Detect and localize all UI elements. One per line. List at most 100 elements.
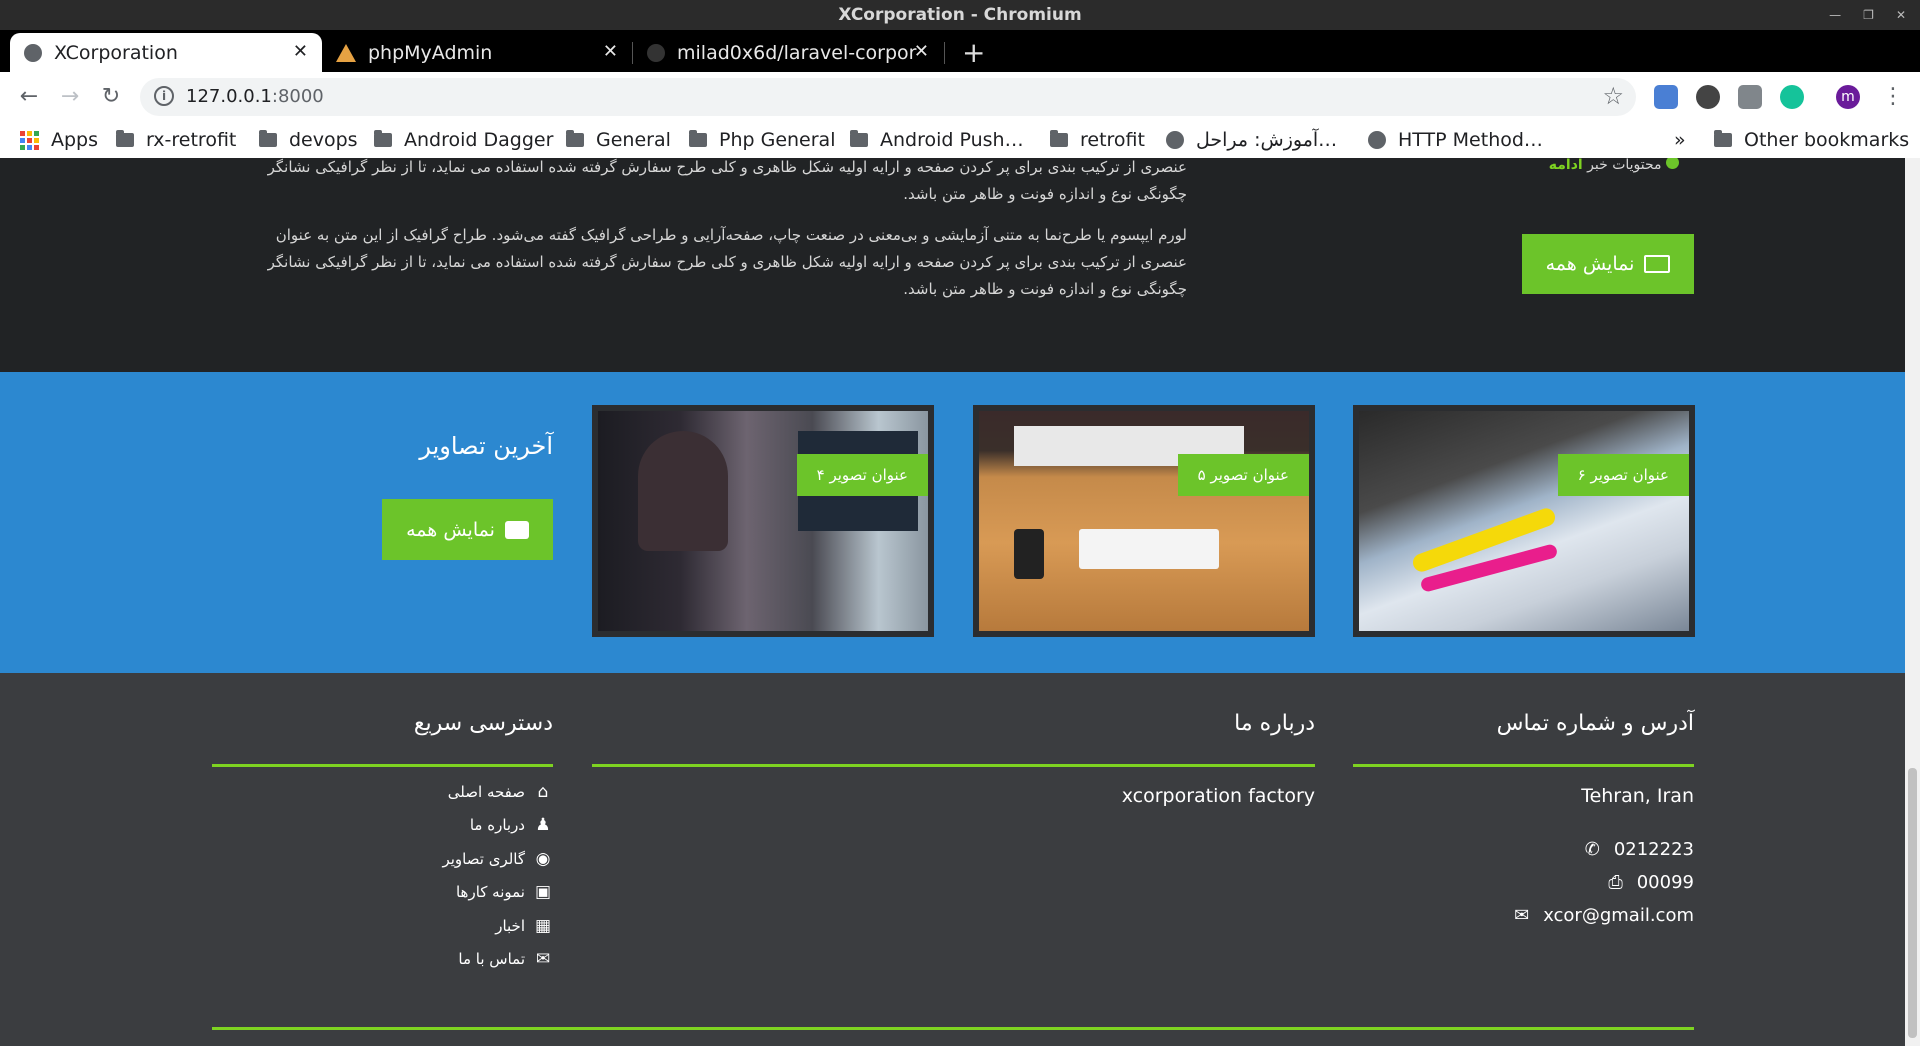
browser-chrome: XCorporation - Chromium — ❐ ✕ XCorporati…	[0, 0, 1920, 158]
bookmark-label: HTTP Method…	[1398, 129, 1543, 151]
close-window-icon[interactable]: ✕	[1896, 8, 1906, 22]
quick-link-gallery[interactable]: ◉ گالری تصاویر	[442, 850, 553, 868]
grammarly-icon[interactable]	[1780, 85, 1804, 109]
bookmark-label: retrofit	[1080, 129, 1145, 151]
bookmark-label: rx-retrofit	[146, 129, 237, 151]
url-text[interactable]: 127.0.0.1:8000	[186, 86, 324, 107]
gallery-item[interactable]: عنوان تصویر ۵	[973, 405, 1315, 637]
contact-email: ✉ xcor@gmail.com	[1514, 905, 1694, 926]
heading-rule	[1353, 764, 1694, 767]
image-detail	[1014, 529, 1044, 579]
quick-link-label: درباره ما	[469, 816, 525, 834]
image-detail	[1079, 529, 1219, 569]
footer-contact-heading: آدرس و شماره تماس	[1496, 711, 1694, 736]
bookmark-folder[interactable]: General	[566, 129, 671, 151]
quick-link-contact[interactable]: ✉ تماس با ما	[458, 950, 553, 968]
site-info-icon[interactable]: i	[154, 86, 174, 106]
gallery-item[interactable]: عنوان تصویر ۶	[1353, 405, 1695, 637]
calendar-icon: ▦	[534, 916, 552, 936]
camera-extension-icon[interactable]	[1738, 85, 1762, 109]
users-icon: ♟	[535, 815, 551, 835]
news-more-prefix: محتویات خبر	[1587, 158, 1662, 173]
bookmark-folder[interactable]: Android Dagger	[374, 129, 553, 151]
bookmark-link[interactable]: آموزش: مراحل…	[1166, 129, 1337, 151]
envelope-icon: ✉	[1514, 905, 1530, 926]
phpmyadmin-icon	[336, 43, 356, 62]
minimize-icon[interactable]: —	[1829, 8, 1841, 22]
globe-icon	[1166, 131, 1184, 149]
bookmark-link[interactable]: HTTP Method…	[1368, 129, 1543, 151]
folder-icon	[850, 130, 868, 147]
bookmark-label: General	[596, 129, 671, 151]
tab-xcorporation[interactable]: XCorporation ✕	[10, 33, 322, 72]
home-icon: ⌂	[537, 782, 549, 802]
address-bar[interactable]: i 127.0.0.1:8000 ☆	[140, 78, 1636, 116]
fax-icon: ⎙	[1608, 872, 1623, 893]
heading-rule	[592, 764, 1315, 767]
url-port: :8000	[271, 86, 324, 107]
tab-separator	[944, 42, 945, 64]
forward-icon[interactable]: →	[55, 82, 85, 112]
bookmark-other[interactable]: Other bookmarks	[1714, 129, 1909, 151]
footer-quick-heading: دسترسی سریع	[413, 711, 553, 736]
phone-icon: ✆	[1584, 839, 1600, 860]
page-scrollbar[interactable]	[1905, 158, 1920, 1046]
bookmark-apps[interactable]: Apps	[20, 129, 98, 151]
bookmark-star-icon[interactable]: ☆	[1602, 82, 1624, 110]
bookmarks-bar: Apps rx-retrofit devops Android Dagger G…	[0, 122, 1920, 158]
quick-link-portfolio[interactable]: ▣ نمونه کارها	[456, 883, 553, 901]
folder-icon	[116, 130, 134, 147]
footer-contact-column: آدرس و شماره تماس Tehran, Iran ✆ 0212223…	[1353, 673, 1694, 926]
bookmarks-overflow-button[interactable]: »	[1674, 129, 1686, 151]
gallery-image: عنوان تصویر ۵	[979, 411, 1309, 631]
gallery-show-all-button[interactable]: نمایش همه	[382, 499, 553, 560]
tab-strip: XCorporation ✕ phpMyAdmin ✕ milad0x6d/la…	[0, 30, 1920, 72]
gallery-item[interactable]: عنوان تصویر ۴	[592, 405, 934, 637]
bookmark-label: devops	[289, 129, 358, 151]
profile-avatar[interactable]: m	[1836, 85, 1860, 109]
reload-icon[interactable]: ↻	[96, 82, 126, 112]
check-circle-icon	[1666, 158, 1679, 169]
news-more-link[interactable]: ادامه	[1549, 158, 1583, 173]
footer-quick-column: دسترسی سریع ⌂ صفحه اصلی ♟ درباره ما ◉ گالری…	[212, 673, 553, 968]
quick-link-home[interactable]: ⌂ صفحه اصلی	[448, 783, 553, 801]
text-line: عنصری از ترکیب بندی برای پر کردن صفحه و …	[267, 253, 1187, 271]
gallery-item-label: عنوان تصویر ۵	[1177, 454, 1309, 496]
tab-title: milad0x6d/laravel-corpora	[677, 41, 917, 64]
email-value[interactable]: xcor@gmail.com	[1543, 905, 1694, 926]
quick-link-news[interactable]: ▦ اخبار	[495, 917, 553, 935]
bookmark-folder[interactable]: rx-retrofit	[116, 129, 236, 151]
close-icon[interactable]: ✕	[293, 41, 308, 62]
bookmark-label: Other bookmarks	[1744, 129, 1910, 151]
scrollbar-thumb[interactable]	[1908, 768, 1917, 1038]
tab-title: XCorporation	[54, 41, 178, 64]
footer-about-heading: درباره ما	[1234, 711, 1315, 736]
button-label: نمایش همه	[1545, 253, 1635, 275]
bookmark-folder[interactable]: Android Push…	[850, 129, 1024, 151]
new-tab-button[interactable]: +	[962, 36, 985, 69]
news-show-all-button[interactable]: نمایش همه	[1522, 234, 1694, 294]
news-paragraph: عنصری از ترکیب بندی برای پر کردن صفحه و …	[227, 158, 1187, 208]
translate-extension-icon[interactable]	[1654, 85, 1678, 109]
incognito-extension-icon[interactable]	[1696, 85, 1720, 109]
bookmark-folder[interactable]: retrofit	[1050, 129, 1145, 151]
bookmark-folder[interactable]: Php General	[689, 129, 835, 151]
folder-icon	[374, 130, 392, 147]
close-icon[interactable]: ✕	[914, 41, 929, 62]
bookmark-folder[interactable]: devops	[259, 129, 358, 151]
contact-fax: ⎙ 00099	[1608, 872, 1694, 893]
tab-phpmyadmin[interactable]: phpMyAdmin ✕	[322, 33, 632, 72]
quick-link-about[interactable]: ♟ درباره ما	[470, 816, 553, 834]
camera-icon: ◉	[535, 849, 551, 869]
back-icon[interactable]: ←	[14, 82, 44, 112]
restore-icon[interactable]: ❐	[1863, 8, 1874, 22]
close-icon[interactable]: ✕	[603, 41, 618, 62]
folder-icon	[689, 130, 707, 147]
menu-icon[interactable]: ⋮	[1878, 82, 1908, 112]
footer: آدرس و شماره تماس Tehran, Iran ✆ 0212223…	[0, 673, 1905, 1046]
tab-github[interactable]: milad0x6d/laravel-corpora ✕	[633, 33, 943, 72]
gallery-title: آخرین تصاویر	[419, 432, 553, 460]
quick-link-label: نمونه کارها	[455, 883, 525, 901]
bookmark-label: Android Dagger	[404, 129, 554, 151]
news-section: محتویات خبر ادامه عنصری از ترکیب بندی بر…	[0, 158, 1905, 372]
